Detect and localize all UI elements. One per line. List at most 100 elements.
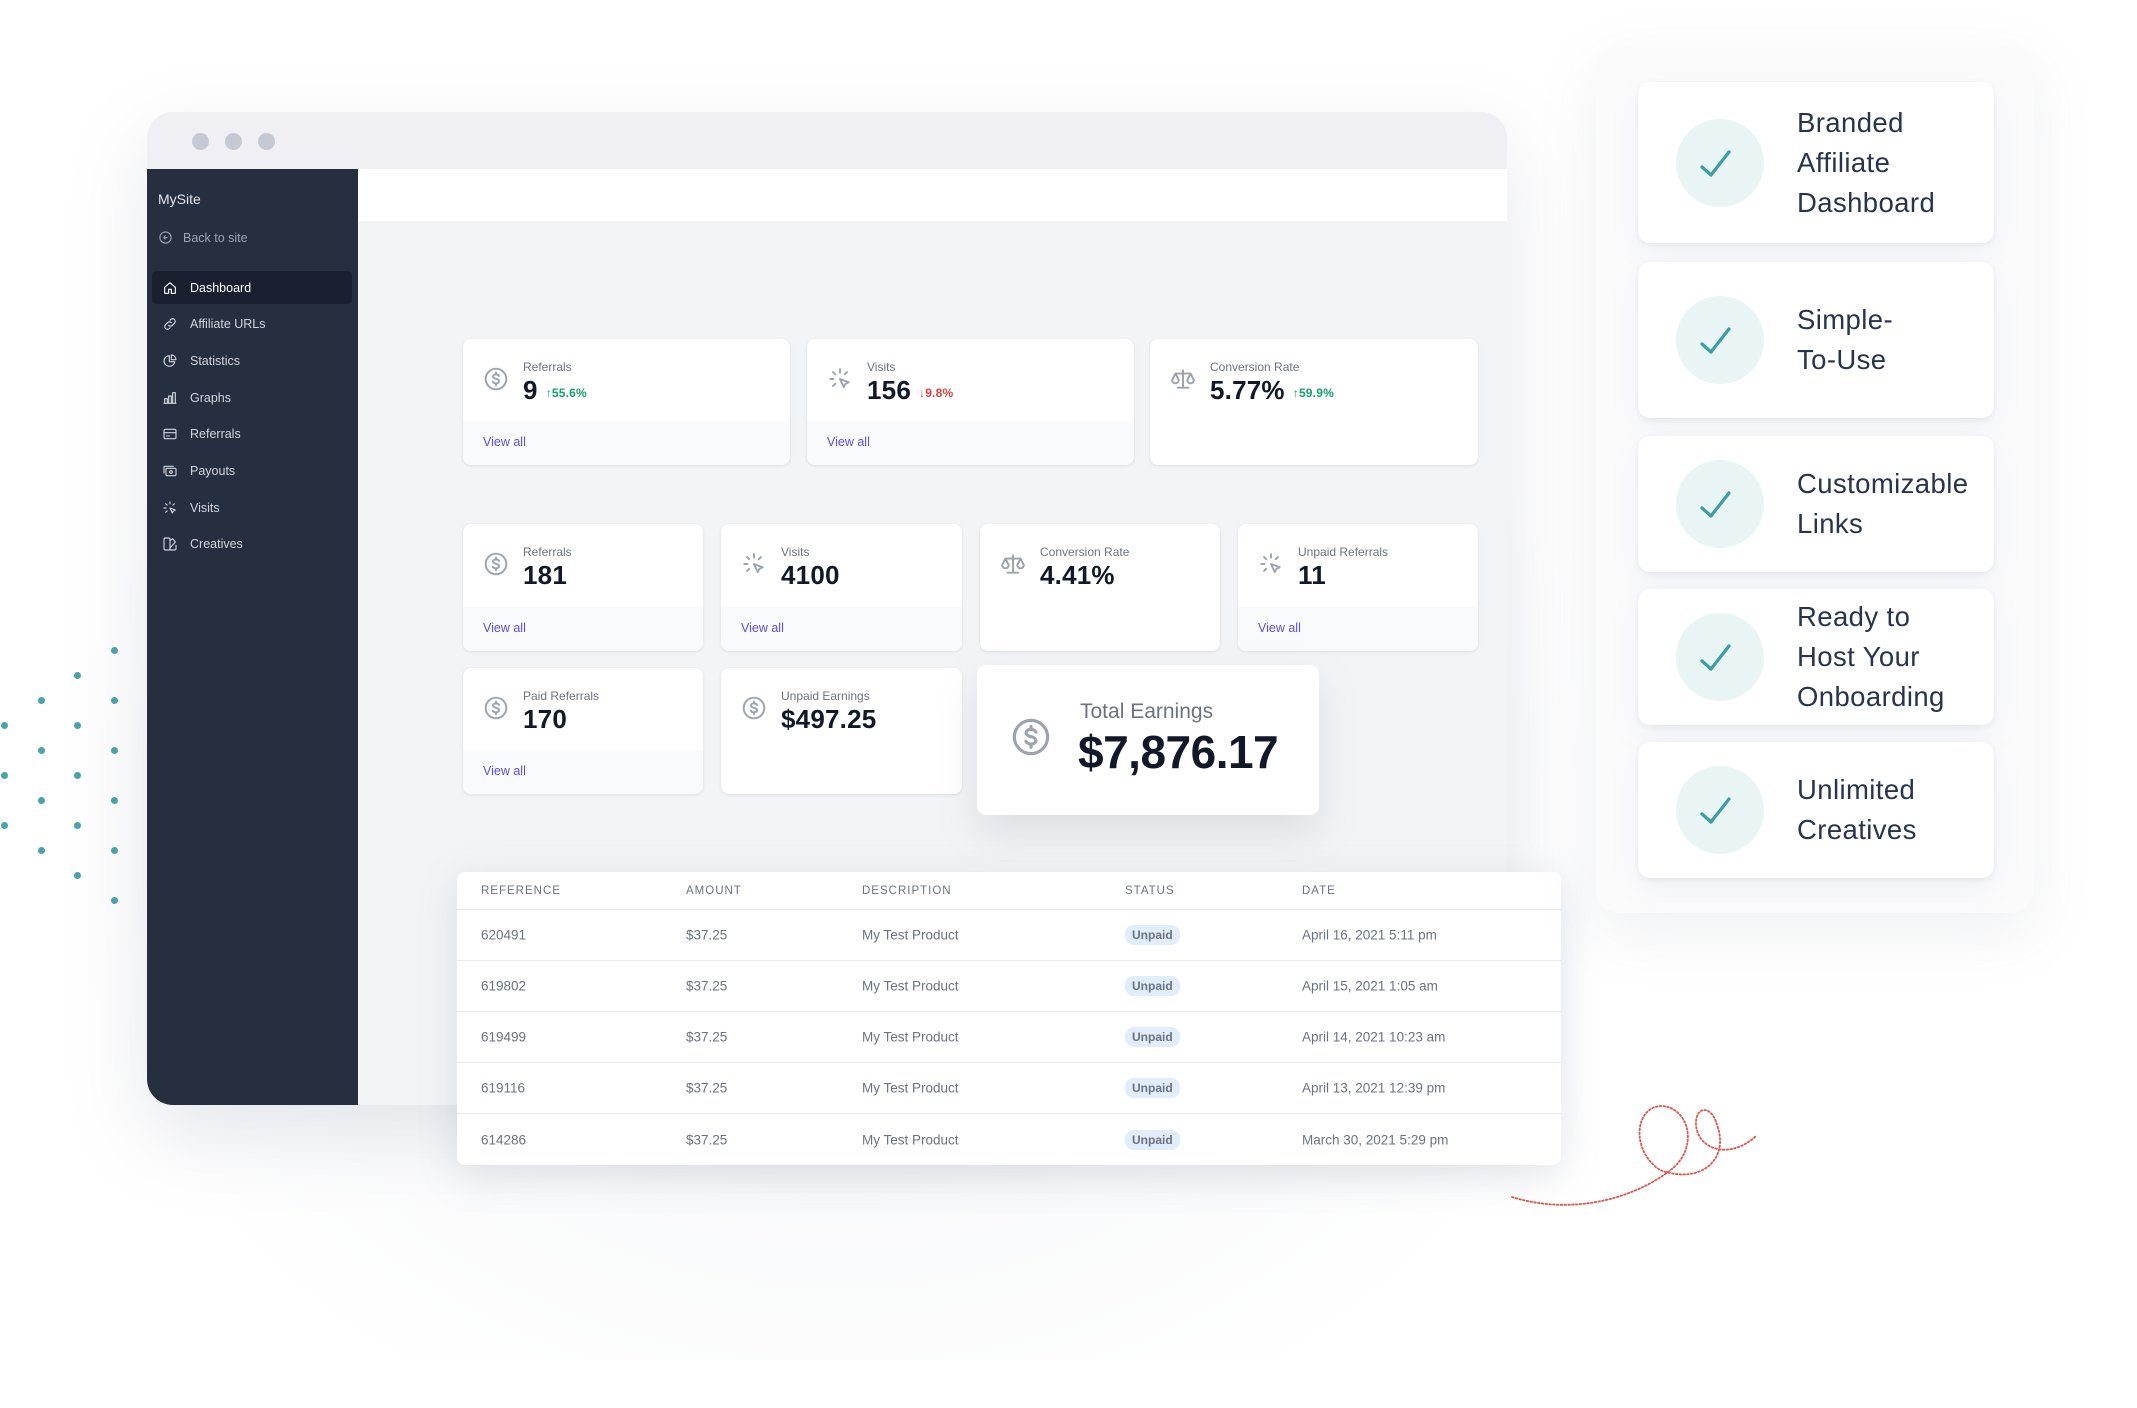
decorative-dot [38, 847, 45, 854]
top-header-bar [358, 169, 1507, 221]
stat-label: Conversion Rate [1040, 545, 1130, 559]
cell-date: March 30, 2021 5:29 pm [1302, 1132, 1449, 1147]
stat-label: Unpaid Referrals [1298, 545, 1389, 559]
sidebar-item-payouts[interactable]: Payouts [152, 454, 352, 487]
view-all-link[interactable]: View all [483, 435, 526, 449]
cell-description: My Test Product [862, 1080, 959, 1096]
back-to-site-link[interactable]: Back to site [158, 230, 248, 245]
stat-value: 4.41% [1040, 560, 1115, 591]
feature-card: Branded Affiliate Dashboard [1638, 82, 1994, 243]
stat-value: 9 ↑55.6% [523, 375, 587, 406]
stat-number: $497.25 [781, 704, 877, 734]
stat-label: Referrals [523, 360, 572, 374]
stat-value: 181 [523, 560, 567, 591]
stat-change-up: ↑59.9% [1293, 386, 1334, 400]
cell-date: April 16, 2021 5:11 pm [1302, 927, 1437, 943]
feature-text: Customizable Links [1797, 464, 1987, 544]
decorative-dot [1, 722, 8, 729]
decorative-dot [74, 772, 81, 779]
view-all-link[interactable]: View all [827, 435, 870, 449]
decorative-dot [74, 722, 81, 729]
table-row[interactable]: 619116 $37.25 My Test Product Unpaid April 1… [457, 1063, 1561, 1114]
column-header-reference[interactable]: REFERENCE [481, 885, 561, 897]
color-swatch-icon [163, 537, 177, 551]
column-header-description[interactable]: DESCRIPTION [862, 885, 952, 897]
status-badge: Unpaid [1125, 976, 1180, 996]
view-all-link[interactable]: View all [483, 621, 526, 635]
checkmark-icon [1700, 644, 1731, 671]
stat-number: 156 [867, 375, 911, 405]
table-row[interactable]: 619499 $37.25 My Test Product Unpaid April 1… [457, 1012, 1561, 1063]
arrow-left-circle-icon [159, 231, 172, 244]
home-icon [164, 281, 176, 294]
cell-description: My Test Product [862, 978, 959, 994]
sidebar-item-statistics[interactable]: Statistics [152, 344, 352, 377]
cell-amount: $37.25 [686, 1029, 728, 1045]
decorative-dot [111, 647, 118, 654]
sidebar: MySite Back to site Dashboard Affiliate U… [147, 169, 358, 1105]
cell-reference: 619802 [481, 978, 527, 994]
decorative-dot [38, 697, 45, 704]
check-badge [1676, 766, 1764, 854]
sidebar-item-graphs[interactable]: Graphs [152, 381, 352, 414]
feature-text-line: Unlimited [1797, 774, 1916, 805]
bar-chart-icon [163, 391, 177, 404]
view-all-link[interactable]: View all [1258, 621, 1301, 635]
decorative-dot [111, 797, 118, 804]
decorative-dot [1, 822, 8, 829]
feature-text-line: Ready to [1797, 601, 1911, 632]
cursor-click-icon [829, 368, 850, 389]
feature-text-line: Host Your [1797, 641, 1920, 672]
sidebar-nav: Dashboard Affiliate URLs Statistics Graphs R… [152, 271, 352, 565]
scale-icon [1001, 554, 1025, 574]
feature-text: Branded Affiliate Dashboard [1797, 103, 1987, 223]
column-header-date[interactable]: DATE [1302, 885, 1336, 897]
stat-label: Conversion Rate [1210, 360, 1300, 374]
table-row[interactable]: 614286 $37.25 My Test Product Unpaid March 3… [457, 1114, 1561, 1165]
checkmark-icon [1700, 327, 1731, 354]
view-all-link[interactable]: View all [483, 764, 526, 778]
cell-amount: $37.25 [686, 978, 728, 994]
feature-card: Ready to Host Your Onboarding [1638, 589, 1994, 725]
sidebar-item-label: Creatives [190, 537, 243, 552]
dollar-circle-icon [484, 552, 508, 576]
column-header-amount[interactable]: AMOUNT [686, 885, 742, 897]
feature-card: Simple- To-Use [1638, 262, 1994, 418]
stat-value: 11 [1298, 560, 1326, 591]
table-row[interactable]: 619802 $37.25 My Test Product Unpaid April 1… [457, 961, 1561, 1012]
alltime-referrals-card: Referrals 181 View all [463, 524, 703, 651]
window-minimize-button[interactable] [225, 133, 242, 150]
feature-card: Unlimited Creatives [1638, 742, 1994, 878]
sidebar-item-dashboard[interactable]: Dashboard [152, 271, 352, 304]
sidebar-item-referrals[interactable]: Referrals [152, 418, 352, 451]
scale-icon [1171, 369, 1195, 389]
feature-text: Simple- To-Use [1797, 300, 1987, 380]
cursor-click-icon [1260, 553, 1281, 574]
sidebar-item-visits[interactable]: Visits [152, 491, 352, 524]
stat-label: Visits [781, 545, 810, 559]
status-badge: Unpaid [1125, 1027, 1180, 1047]
sidebar-item-affiliate-urls[interactable]: Affiliate URLs [152, 308, 352, 341]
sidebar-item-label: Referrals [190, 427, 241, 442]
window-close-button[interactable] [192, 133, 209, 150]
stat-change-down: ↓9.8% [919, 386, 953, 400]
window-titlebar [147, 112, 1507, 169]
stat-number: 4100 [781, 560, 840, 590]
feature-text-line: Affiliate [1797, 146, 1891, 178]
feature-text-line: Links [1797, 508, 1864, 539]
stat-label: Referrals [523, 545, 572, 559]
alltime-paid-referrals-card: Paid Referrals 170 View all [463, 668, 703, 794]
status-badge: Unpaid [1125, 925, 1180, 945]
sidebar-item-creatives[interactable]: Creatives [152, 528, 352, 561]
stat-change-value: 9.8% [925, 386, 954, 400]
column-header-status[interactable]: STATUS [1125, 885, 1175, 897]
checkmark-icon [1700, 149, 1731, 177]
cell-amount: $37.25 [686, 1132, 728, 1147]
stat-number: 170 [523, 704, 567, 734]
table-row[interactable]: 620491 $37.25 My Test Product Unpaid April 1… [457, 910, 1561, 961]
site-brand[interactable]: MySite [158, 191, 201, 207]
last30-conversion-rate-card: Conversion Rate 5.77% ↑59.9% [1150, 339, 1478, 465]
checkmark-icon [1700, 491, 1731, 518]
window-maximize-button[interactable] [258, 133, 275, 150]
view-all-link[interactable]: View all [741, 621, 784, 635]
